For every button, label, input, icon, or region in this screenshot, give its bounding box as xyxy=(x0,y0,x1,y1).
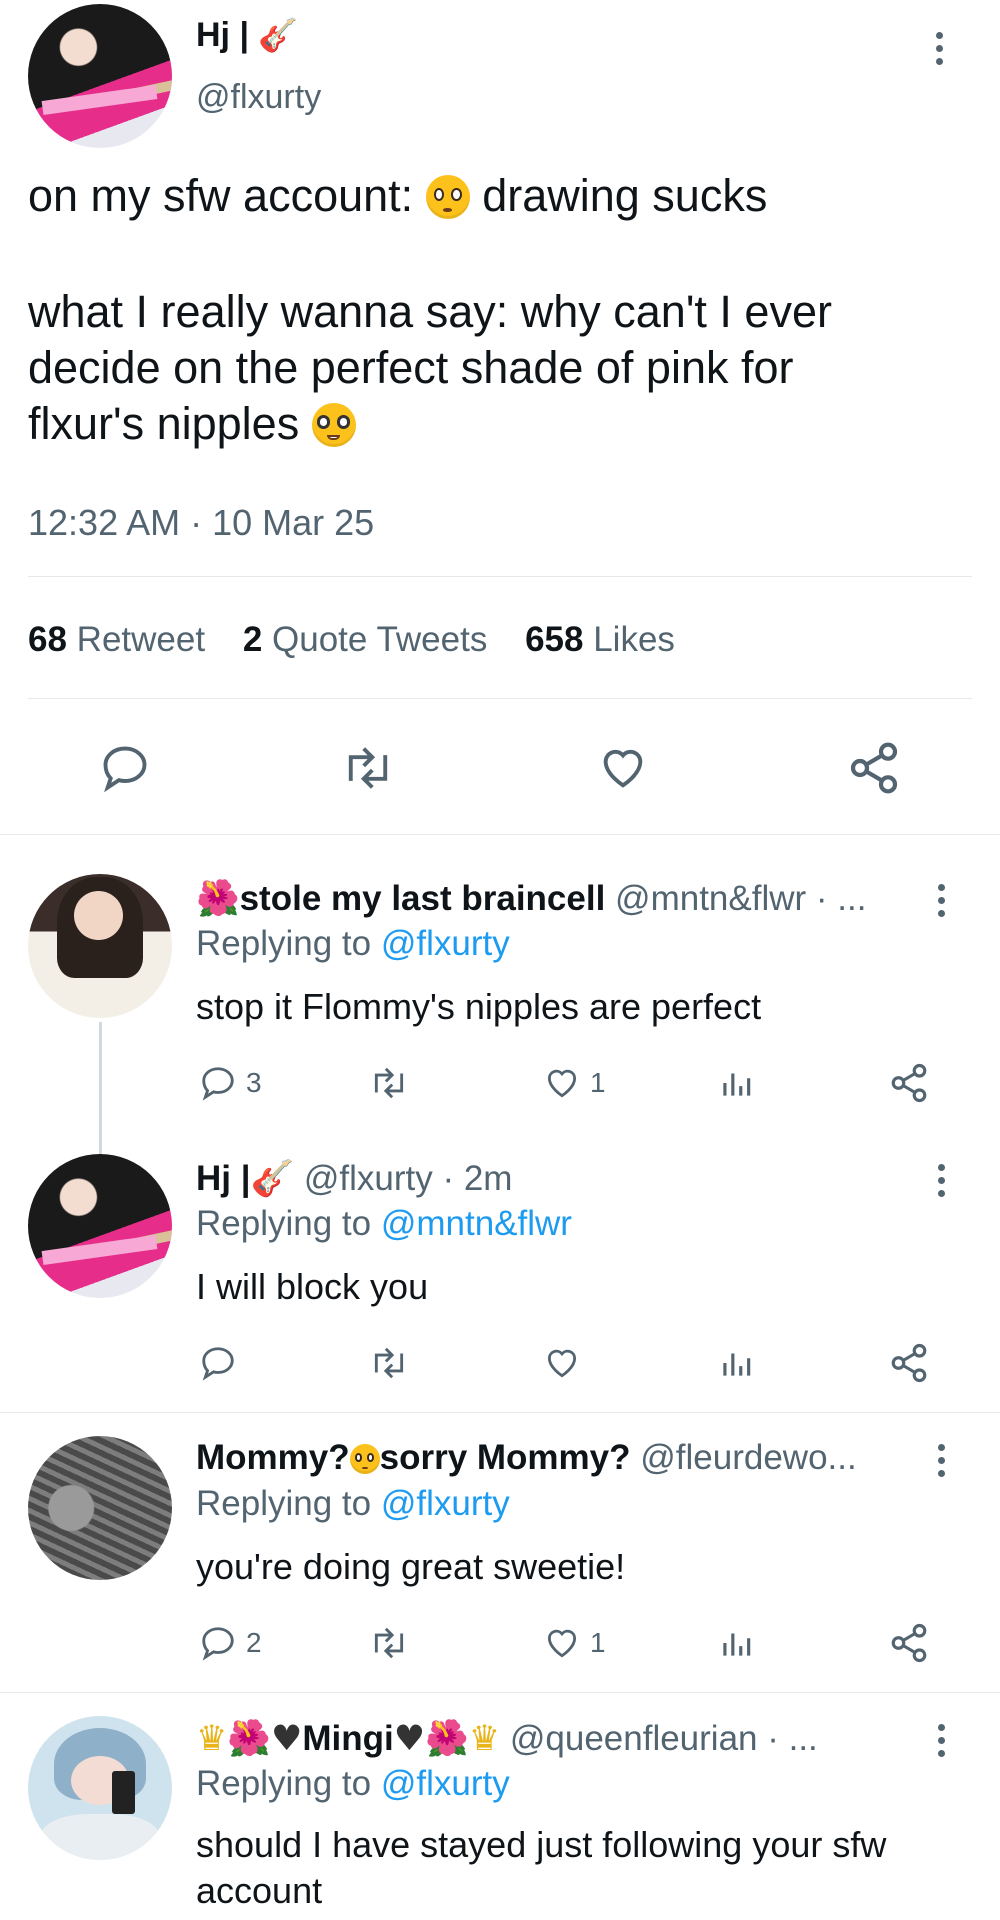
thread-connector xyxy=(99,1022,102,1154)
reply-avatar[interactable] xyxy=(28,874,172,1018)
author-name[interactable]: Hj | 🎸 xyxy=(196,16,298,55)
divider xyxy=(0,1692,1000,1693)
reply-header[interactable]: Hj |🎸 @flxurty · 2m xyxy=(196,1158,512,1199)
retweet-icon xyxy=(374,1347,404,1379)
tweet-timestamp[interactable]: 12:32 AM · 10 Mar 25 xyxy=(28,502,374,544)
reply-button[interactable] xyxy=(198,1344,238,1382)
hibiscus-icon: 🌺 xyxy=(227,1719,271,1759)
more-icon[interactable] xyxy=(936,32,944,71)
retweet-button[interactable] xyxy=(340,742,396,794)
like-button[interactable] xyxy=(542,1344,582,1382)
retweets-stat[interactable]: 68 Retweet xyxy=(28,620,205,659)
reply-text: you're doing great sweetie! xyxy=(196,1546,626,1587)
reply-icon xyxy=(103,746,147,793)
crown-icon: ♛ xyxy=(468,1719,501,1759)
retweet-icon xyxy=(374,1067,404,1099)
heart-icon xyxy=(547,1629,577,1658)
black-heart-icon: ♥ xyxy=(270,1719,303,1759)
replying-to: Replying to @flxurty xyxy=(196,924,510,963)
heart-icon xyxy=(547,1069,577,1098)
analytics-button[interactable] xyxy=(716,1064,756,1102)
quotes-stat[interactable]: 2 Quote Tweets xyxy=(243,620,488,659)
hibiscus-icon: 🌺 xyxy=(425,1719,469,1759)
share-button[interactable] xyxy=(888,1062,930,1104)
divider xyxy=(0,834,1000,835)
share-icon xyxy=(891,1063,927,1103)
replying-to: Replying to @flxurty xyxy=(196,1764,510,1803)
replying-to: Replying to @flxurty xyxy=(196,1484,510,1523)
share-icon xyxy=(891,1623,927,1663)
reply-icon xyxy=(202,1067,234,1101)
like-button[interactable] xyxy=(596,742,650,794)
tweet-stats: 68 Retweet 2 Quote Tweets 658 Likes xyxy=(28,620,675,660)
retweet-button[interactable] xyxy=(368,1064,410,1102)
retweet-button[interactable] xyxy=(368,1624,410,1662)
heart-icon xyxy=(547,1349,577,1378)
reply-button[interactable] xyxy=(98,742,152,794)
reply-button[interactable]: 2 xyxy=(198,1624,262,1662)
replying-to-link[interactable]: @flxurty xyxy=(381,1484,510,1523)
analytics-button[interactable] xyxy=(716,1344,756,1382)
reply-avatar[interactable] xyxy=(28,1436,172,1580)
nerd-face-emoji-icon xyxy=(311,403,356,447)
likes-stat[interactable]: 658 Likes xyxy=(525,620,675,659)
reply-avatar[interactable] xyxy=(28,1154,172,1298)
analytics-button[interactable] xyxy=(716,1624,756,1662)
divider xyxy=(28,576,972,577)
pleading-face-emoji-icon xyxy=(425,175,470,219)
analytics-icon xyxy=(723,1633,751,1656)
reply-icon xyxy=(202,1347,234,1381)
author-handle[interactable]: @flxurty xyxy=(196,78,321,117)
more-icon[interactable] xyxy=(938,1444,946,1483)
replying-to-link[interactable]: @flxurty xyxy=(381,924,510,963)
replying-to-link[interactable]: @mntn&flwr xyxy=(381,1204,572,1243)
share-icon xyxy=(850,742,898,794)
hibiscus-icon: 🌺 xyxy=(196,879,240,919)
like-button[interactable]: 1 xyxy=(542,1624,606,1662)
replying-to: Replying to @mntn&flwr xyxy=(196,1204,572,1243)
share-icon xyxy=(891,1343,927,1383)
analytics-icon xyxy=(723,1073,751,1096)
more-icon[interactable] xyxy=(938,1724,946,1763)
share-button[interactable] xyxy=(846,740,902,796)
heart-icon xyxy=(603,749,643,788)
guitar-icon: 🎸 xyxy=(250,1159,295,1199)
divider xyxy=(0,1412,1000,1413)
crown-icon: ♛ xyxy=(196,1719,228,1759)
reply-text: should I have stayed just following your… xyxy=(196,1824,887,1911)
black-heart-icon: ♥ xyxy=(393,1719,426,1759)
retweet-icon xyxy=(374,1627,404,1659)
retweet-icon xyxy=(348,747,388,789)
analytics-icon xyxy=(723,1353,751,1376)
reply-header[interactable]: Mommy? sorry Mommy? @fleurdewo... xyxy=(196,1438,857,1478)
share-button[interactable] xyxy=(888,1342,930,1384)
author-avatar[interactable] xyxy=(28,4,172,148)
reply-icon xyxy=(202,1627,234,1661)
reply-avatar[interactable] xyxy=(28,1716,172,1860)
reply-header[interactable]: 🌺stole my last braincell @mntn&flwr · ..… xyxy=(196,878,866,919)
pleading-face-emoji-icon xyxy=(349,1444,380,1474)
share-button[interactable] xyxy=(888,1622,930,1664)
reply-text: stop it Flommy's nipples are perfect xyxy=(196,986,762,1027)
tweet-text: on my sfw account: drawing sucks what I … xyxy=(28,170,832,449)
more-icon[interactable] xyxy=(938,1164,946,1203)
divider xyxy=(28,698,972,699)
replying-to-link[interactable]: @flxurty xyxy=(381,1764,510,1803)
like-button[interactable]: 1 xyxy=(542,1064,606,1102)
more-icon[interactable] xyxy=(938,884,946,923)
reply-text: I will block you xyxy=(196,1266,429,1307)
retweet-button[interactable] xyxy=(368,1344,410,1382)
guitar-icon: 🎸 xyxy=(258,16,299,54)
reply-header[interactable]: ♛🌺♥Mingi♥🌺♛ @queenfleurian · ... xyxy=(196,1718,818,1759)
reply-button[interactable]: 3 xyxy=(198,1064,262,1102)
